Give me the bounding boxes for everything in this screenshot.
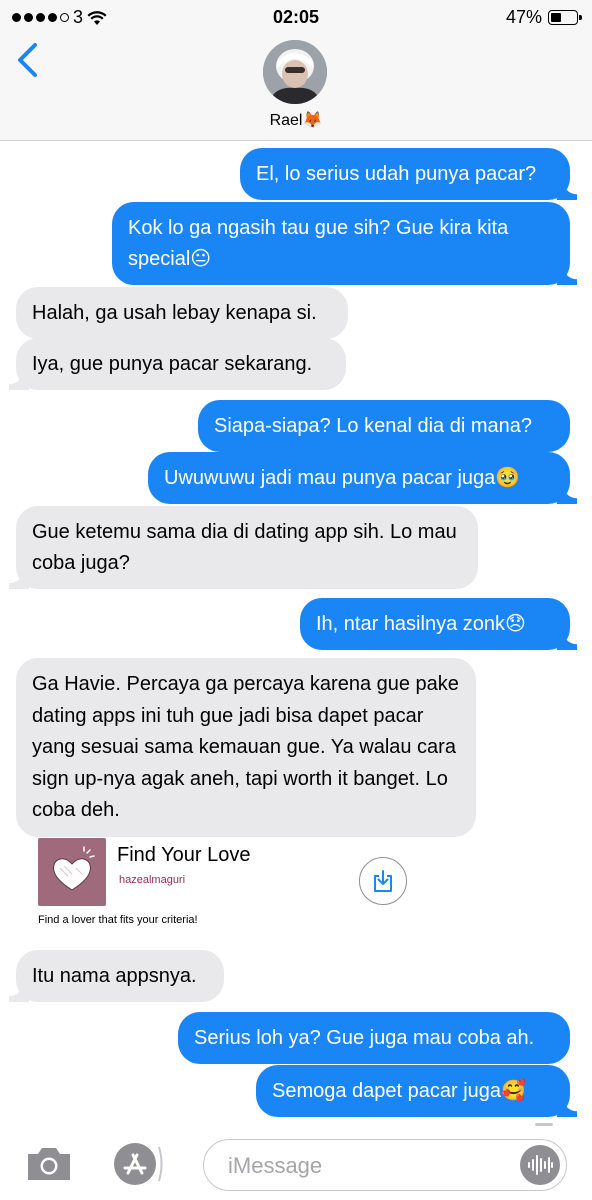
message-bubble-incoming[interactable]: Gue ketemu sama dia di dating app sih. L… xyxy=(9,506,478,589)
download-icon xyxy=(374,870,392,892)
avatar-photo xyxy=(263,40,327,104)
conversation-header: Rael🦊 xyxy=(0,34,592,141)
battery-icon xyxy=(548,10,582,25)
message-input[interactable] xyxy=(226,1148,510,1184)
download-button[interactable] xyxy=(359,857,407,905)
contact-name[interactable]: Rael🦊 xyxy=(0,110,592,130)
imessage-field[interactable] xyxy=(203,1139,567,1191)
app-developer: hazealmaguri xyxy=(119,874,186,886)
message-bubble-outgoing[interactable]: Siapa-siapa? Lo kenal dia di mana? xyxy=(198,400,570,452)
status-bar: 3 02:05 47% xyxy=(0,0,592,34)
signal-and-carrier: 3 xyxy=(12,7,107,28)
waveform-icon xyxy=(528,1155,553,1175)
battery-status: 47% xyxy=(505,7,582,28)
message-bubble-outgoing[interactable]: Uwuwuwu jadi mau punya pacar juga🥹 xyxy=(148,452,577,504)
camera-icon xyxy=(28,1148,70,1180)
message-bubble-outgoing[interactable]: Kok lo ga ngasih tau gue sih? Gue kira k… xyxy=(112,202,577,285)
signal-strength-icon xyxy=(12,13,69,22)
app-name: Find Your Love xyxy=(117,844,251,866)
battery-percent: 47% xyxy=(505,7,542,27)
app-store-icon xyxy=(114,1143,163,1185)
back-button[interactable] xyxy=(10,40,44,80)
message-bubble-outgoing[interactable]: Serius loh ya? Gue juga mau coba ah. xyxy=(178,1012,570,1064)
message-bubble-incoming[interactable]: Halah, ga usah lebay kenapa si. xyxy=(16,287,348,339)
message-bubble-incoming[interactable]: Iya, gue punya pacar sekarang. xyxy=(9,338,346,390)
message-bubble-outgoing[interactable]: El, lo serius udah punya pacar? xyxy=(240,148,577,200)
app-tagline: Find a lover that fits your criteria! xyxy=(38,914,198,926)
audio-message-button[interactable] xyxy=(520,1145,560,1185)
message-bubble-incoming[interactable]: Ga Havie. Percaya ga percaya karena gue … xyxy=(16,658,476,837)
message-bubble-outgoing[interactable]: Semoga dapet pacar juga🥰 xyxy=(256,1065,577,1117)
heart-icon xyxy=(53,846,95,891)
message-bubble-outgoing[interactable]: Ih, ntar hasilnya zonk😞 xyxy=(300,598,577,650)
app-store-button[interactable] xyxy=(112,1141,166,1187)
camera-button[interactable] xyxy=(24,1144,74,1184)
battery-fill xyxy=(551,13,561,22)
carrier-label: 3 xyxy=(73,7,84,27)
wifi-icon xyxy=(87,10,107,25)
message-bubble-incoming[interactable]: Itu nama appsnya. xyxy=(9,950,224,1002)
app-icon xyxy=(38,838,106,906)
message-input-bar xyxy=(0,1130,592,1200)
chevron-left-icon xyxy=(18,43,37,77)
shared-app-card[interactable]: Find Your Love hazealmaguri Find a lover… xyxy=(22,830,442,940)
contact-avatar[interactable] xyxy=(263,40,327,104)
scroll-indicator xyxy=(535,1123,553,1126)
